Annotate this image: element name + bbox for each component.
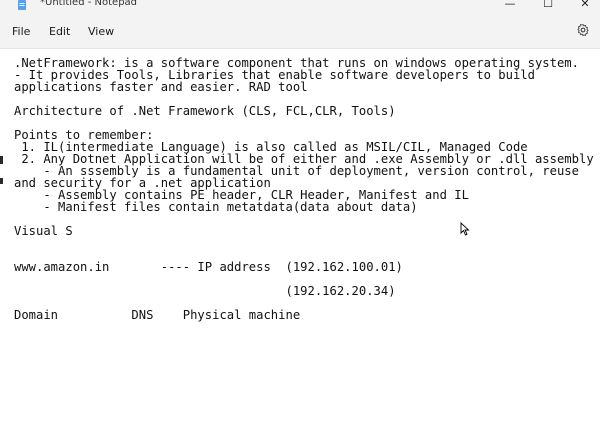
text-line: www.amazon.in ---- IP address (192.162.1… bbox=[14, 260, 403, 274]
maximize-button[interactable]: ☐ bbox=[538, 0, 558, 10]
text-line: - Manifest files contain metatdata(data … bbox=[14, 200, 418, 214]
text-line: Domain DNS Physical machine bbox=[14, 308, 301, 322]
text-line: applications faster and easier. RAD tool bbox=[14, 80, 308, 94]
menu-edit[interactable]: Edit bbox=[49, 25, 70, 38]
text-line: Visual S bbox=[14, 224, 73, 238]
gear-icon[interactable] bbox=[576, 23, 590, 37]
notepad-icon bbox=[18, 0, 26, 10]
close-button[interactable]: ✕ bbox=[575, 0, 595, 10]
menu-bar: File Edit View bbox=[0, 14, 600, 48]
window-edge bbox=[0, 178, 3, 184]
window-edge bbox=[0, 156, 3, 164]
text-line: (192.162.20.34) bbox=[14, 284, 396, 298]
text-line: Architecture of .Net Framework (CLS, FCL… bbox=[14, 104, 396, 118]
minimize-button[interactable]: — bbox=[500, 0, 520, 10]
menu-file[interactable]: File bbox=[12, 25, 30, 38]
title-bar[interactable]: *Untitled - Notepad — ☐ ✕ bbox=[0, 0, 600, 14]
mouse-cursor-icon bbox=[460, 222, 470, 236]
menu-view[interactable]: View bbox=[88, 25, 114, 38]
window-title: *Untitled - Notepad bbox=[40, 0, 138, 8]
